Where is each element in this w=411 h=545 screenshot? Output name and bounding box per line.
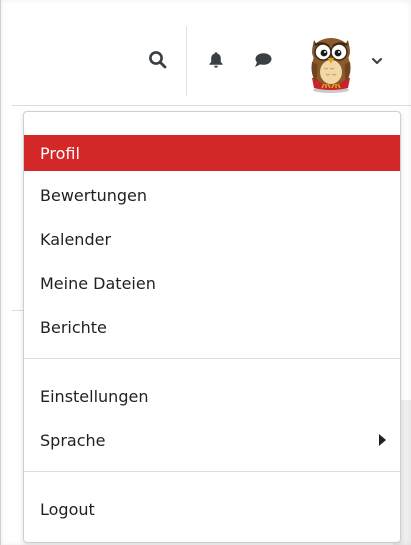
menu-item-berichte[interactable]: Berichte (24, 309, 400, 345)
menu-item-label: Logout (40, 499, 95, 519)
menu-item-label: Sprache (40, 430, 106, 450)
search-icon (149, 51, 167, 69)
chat-bubble-icon (255, 53, 272, 67)
owl-avatar (311, 38, 351, 93)
caret-right-icon (379, 434, 386, 446)
messages-button[interactable] (249, 46, 277, 74)
menu-item-logout[interactable]: Logout (24, 491, 400, 527)
menu-item-label: Meine Dateien (40, 273, 156, 293)
navbar-divider (186, 26, 187, 96)
menu-item-label: Berichte (40, 317, 107, 337)
menu-item-label: Profil (40, 143, 80, 163)
top-navbar (12, 14, 411, 106)
menu-item-profil[interactable]: Profil (24, 135, 400, 171)
menu-separator (24, 358, 400, 359)
menu-item-label: Bewertungen (40, 185, 148, 205)
notifications-button[interactable] (202, 46, 230, 74)
search-button[interactable] (144, 46, 172, 74)
menu-item-bewertungen[interactable]: Bewertungen (24, 177, 400, 213)
user-avatar-button[interactable] (300, 28, 362, 94)
menu-item-meine-dateien[interactable]: Meine Dateien (24, 265, 400, 301)
bell-icon (209, 52, 223, 68)
menu-item-sprache[interactable]: Sprache (24, 422, 400, 458)
chevron-down-icon (372, 58, 382, 64)
user-dropdown-menu: Profil Bewertungen Kalender Meine Dateie… (23, 111, 401, 543)
menu-item-kalender[interactable]: Kalender (24, 221, 400, 257)
user-menu-toggle[interactable] (369, 54, 385, 68)
menu-item-label: Einstellungen (40, 386, 149, 406)
menu-item-label: Kalender (40, 229, 112, 249)
menu-separator (24, 471, 400, 472)
menu-item-einstellungen[interactable]: Einstellungen (24, 378, 400, 414)
screenshot-stage: Profil Bewertungen Kalender Meine Dateie… (0, 0, 411, 545)
